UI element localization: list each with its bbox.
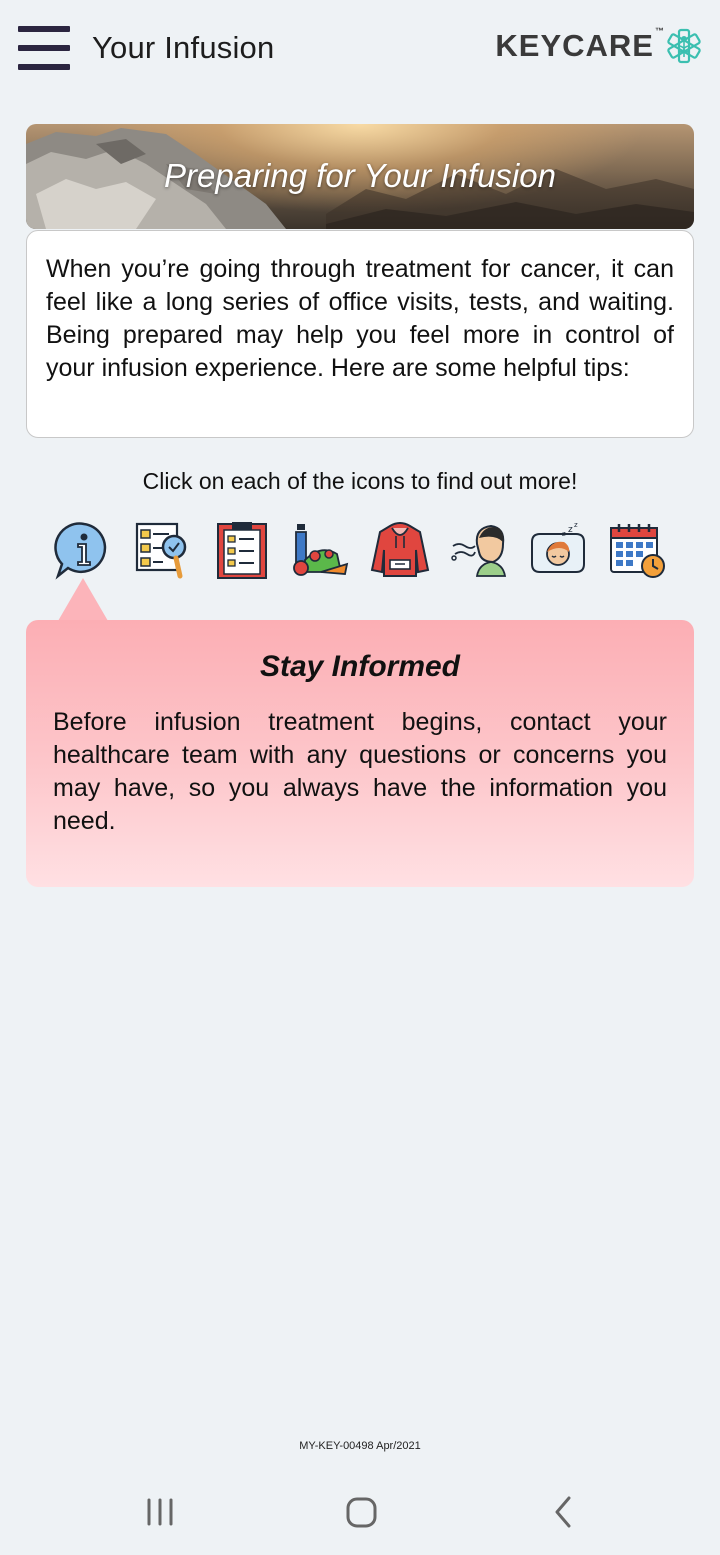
tip-info-panel: Stay Informed Before infusion treatment … bbox=[26, 620, 694, 887]
clipboard-checklist-icon[interactable] bbox=[212, 520, 272, 580]
document-code: MY-KEY-00498 Apr/2021 bbox=[299, 1440, 421, 1452]
keycare-logo: KEYCARE ™ bbox=[495, 26, 702, 64]
checklist-magnifier-icon[interactable] bbox=[133, 520, 193, 580]
intro-text: When you’re going through treatment for … bbox=[46, 255, 674, 382]
app-screen: Your Infusion KEYCARE ™ Preparing for Yo… bbox=[0, 0, 720, 1555]
info-speech-bubble-icon[interactable] bbox=[54, 520, 114, 580]
tips-icon-row: z z z bbox=[0, 520, 720, 584]
hero-banner: Preparing for Your Infusion bbox=[26, 124, 694, 229]
banner-title: Preparing for Your Infusion bbox=[164, 157, 556, 194]
logo-text: KEYCARE bbox=[495, 28, 654, 63]
tip-body: Before infusion treatment begins, contac… bbox=[53, 708, 667, 835]
system-nav-bar bbox=[0, 1470, 720, 1555]
app-header: Your Infusion KEYCARE ™ bbox=[0, 0, 720, 100]
caduceus-star-icon bbox=[667, 28, 701, 64]
healthy-food-bottle-icon[interactable] bbox=[291, 520, 351, 580]
logo-trademark: ™ bbox=[655, 26, 664, 36]
svg-text:z: z bbox=[568, 525, 573, 535]
hoodie-icon[interactable] bbox=[370, 520, 430, 580]
breathing-person-icon[interactable] bbox=[449, 520, 509, 580]
calendar-clock-icon[interactable] bbox=[607, 520, 667, 580]
svg-text:z: z bbox=[562, 530, 566, 538]
svg-text:z: z bbox=[574, 521, 578, 529]
recent-apps-icon[interactable] bbox=[130, 1492, 190, 1532]
home-icon[interactable] bbox=[331, 1492, 391, 1532]
tooltip-pointer bbox=[58, 578, 108, 621]
tip-title: Stay Informed bbox=[259, 650, 461, 683]
back-icon[interactable] bbox=[533, 1492, 593, 1532]
intro-card: When you’re going through treatment for … bbox=[26, 230, 694, 438]
hamburger-menu-icon[interactable] bbox=[18, 24, 70, 74]
sleeping-person-icon[interactable]: z z z bbox=[528, 520, 588, 580]
page-title: Your Infusion bbox=[92, 30, 275, 65]
instruction-text: Click on each of the icons to find out m… bbox=[142, 468, 578, 494]
